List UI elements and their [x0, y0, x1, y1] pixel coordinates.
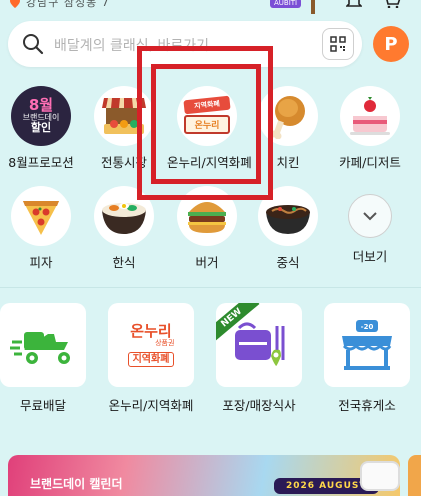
next-banner-peek[interactable]	[408, 455, 421, 496]
onnuri-logo-top: 온누리	[130, 322, 172, 341]
shortcut-label: 전국휴게소	[338, 398, 396, 413]
location-pin-icon	[10, 0, 20, 8]
pizza-slice-icon	[11, 186, 71, 246]
qr-code-icon	[330, 36, 346, 52]
keyring-illustration	[360, 461, 400, 491]
onnuri-card: 온누리 상품권 지역화폐	[108, 303, 194, 387]
category-more[interactable]: 더보기	[330, 186, 410, 265]
shortcut-rest-area[interactable]: -20 전국휴게소	[324, 303, 410, 414]
category-pizza[interactable]: 피자	[1, 186, 81, 271]
cake-icon	[340, 86, 400, 146]
chevron-down-icon	[363, 212, 377, 221]
rest-area-card: -20	[324, 303, 410, 387]
takeout-bag-icon	[235, 322, 285, 366]
category-label: 더보기	[352, 249, 388, 264]
category-label: 피자	[29, 255, 53, 270]
category-cafe-dessert[interactable]: 카페/디저트	[330, 86, 410, 171]
category-label: 카페/디저트	[339, 155, 401, 170]
delivery-scooter-icon	[10, 332, 70, 364]
notification-bell-icon[interactable]	[346, 0, 362, 8]
category-promotion[interactable]: 8월 브랜드데이 할인 8월프로모션	[1, 86, 81, 171]
promo-badge-discount: 할인	[30, 121, 52, 135]
onnuri-logo-bottom: 지역화폐	[127, 351, 175, 367]
category-label: 8월프로모션	[8, 155, 74, 170]
onnuri-logo-sub: 상품권	[155, 338, 175, 347]
category-label: 한식	[112, 255, 136, 270]
qr-scan-button[interactable]	[322, 28, 354, 60]
shortcut-label: 온누리/지역화폐	[108, 398, 194, 413]
category-label: 중식	[276, 255, 300, 270]
shortcut-onnuri-local-currency[interactable]: 온누리 상품권 지역화폐 온누리/지역화폐	[108, 303, 194, 414]
search-icon	[23, 34, 44, 55]
pickup-card: NEW	[216, 303, 302, 387]
price-tag-text: -20	[361, 323, 374, 331]
cart-icon[interactable]	[382, 0, 402, 8]
top-status-strip: 강남구 삼성동 7 AUBITI	[0, 0, 421, 14]
highlight-box-inner	[151, 64, 261, 184]
category-label: 버거	[195, 255, 219, 270]
more-button[interactable]	[348, 194, 392, 238]
shortcut-free-delivery[interactable]: 무료배달	[0, 303, 86, 414]
shortcut-label: 무료배달	[19, 398, 66, 413]
section-divider	[0, 287, 421, 288]
banner-title: 브랜드데이 캘린더	[30, 477, 123, 491]
free-delivery-card	[0, 303, 86, 387]
palm-tree-icon	[311, 0, 315, 14]
brandday-calendar-banner[interactable]: 브랜드데이 캘린더 2026 AUGUST	[8, 455, 400, 496]
onnuri-logo: 온누리 상품권 지역화폐	[127, 322, 175, 367]
delivery-address[interactable]: 강남구 삼성동 7	[26, 0, 110, 10]
storefront-icon: -20	[342, 320, 392, 370]
promo-badge-month: 8월	[28, 96, 54, 115]
point-button[interactable]: P	[373, 26, 409, 62]
shortcut-pickup-dinein[interactable]: NEW 포장/매장식사	[216, 303, 302, 414]
shortcut-label: 포장/매장식사	[222, 398, 296, 413]
promotion-badge-image: 8월 브랜드데이 할인	[11, 86, 71, 146]
